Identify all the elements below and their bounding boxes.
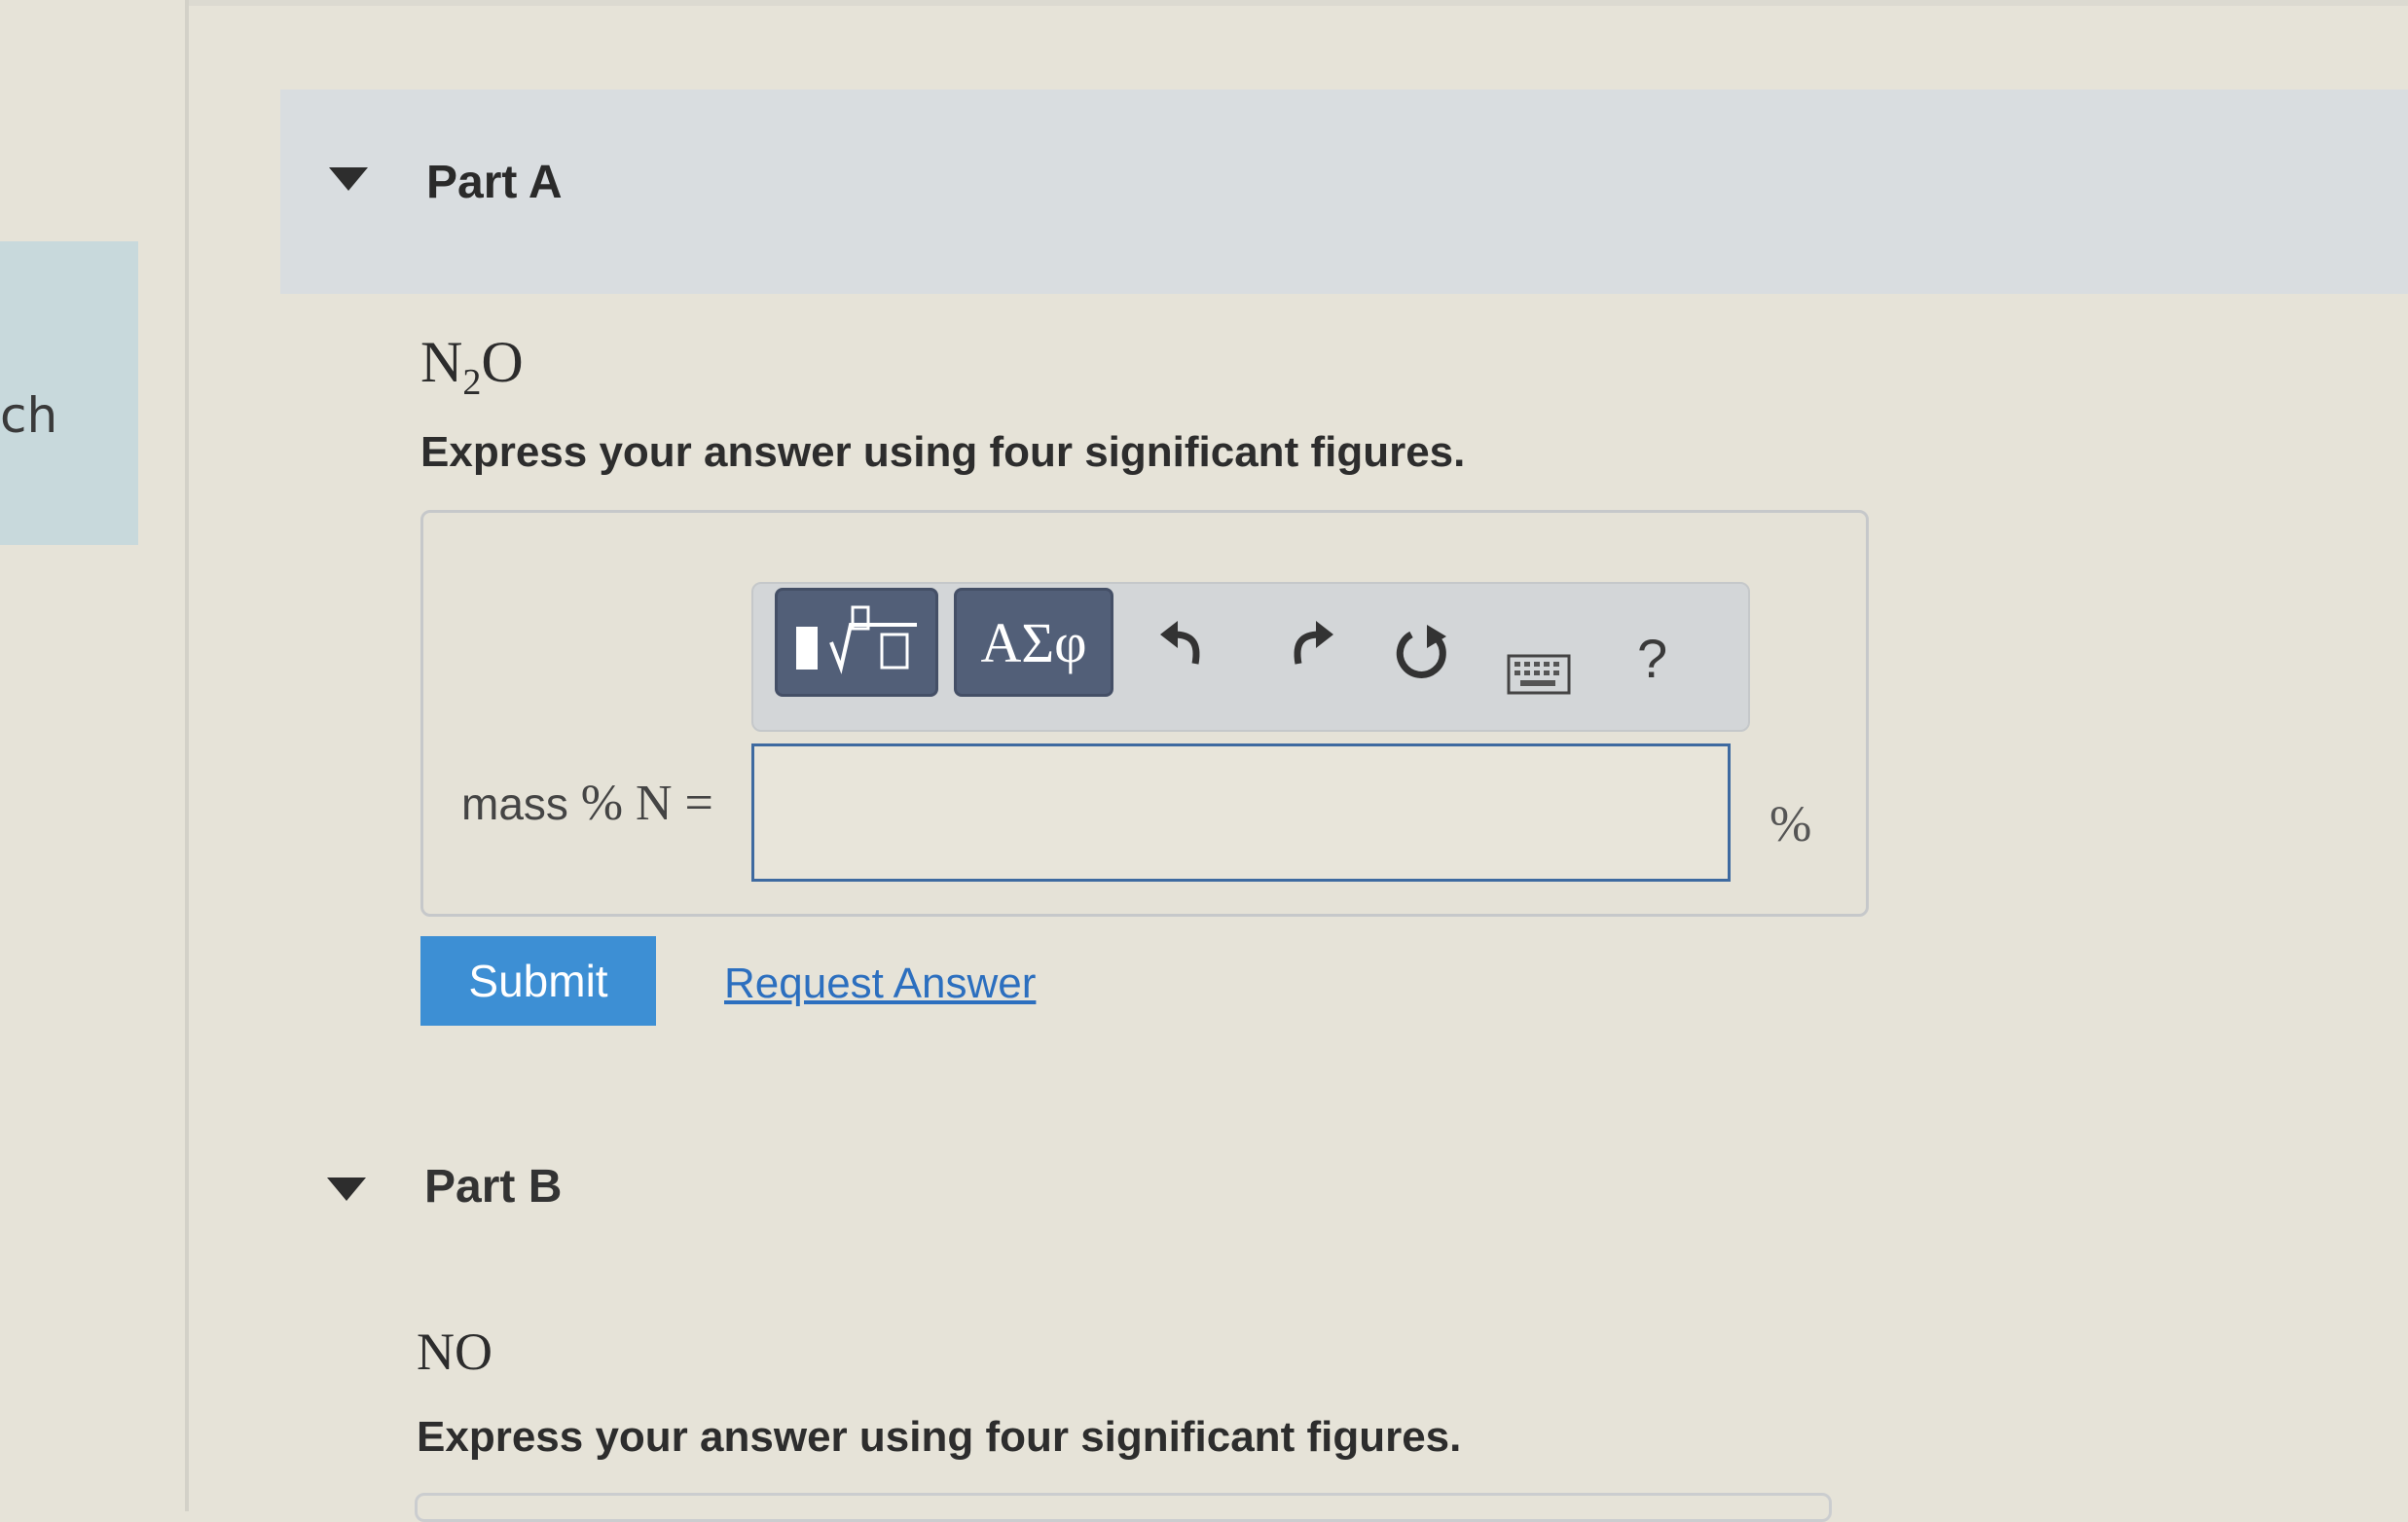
part-a-collapse-icon[interactable] <box>329 167 368 191</box>
part-a-instruction: Express your answer using four significa… <box>420 428 1466 476</box>
sidebar-tab-label: ch <box>0 387 58 444</box>
undo-icon <box>1160 621 1200 665</box>
part-a-header[interactable] <box>280 90 2408 294</box>
answer-input[interactable] <box>751 743 1731 882</box>
part-b-answer-container <box>415 1493 1832 1522</box>
redo-button[interactable] <box>1279 613 1337 685</box>
submit-button[interactable]: Submit <box>420 936 656 1026</box>
fraction-sqrt-icon <box>796 605 917 674</box>
keyboard-button[interactable] <box>1507 642 1571 708</box>
unit-label: % <box>1770 797 1812 852</box>
reset-icon <box>1396 625 1446 678</box>
keyboard-icon <box>1507 654 1571 695</box>
request-answer-link[interactable]: Request Answer <box>724 960 1036 1008</box>
undo-button[interactable] <box>1156 613 1215 685</box>
part-a-formula: N2O <box>420 330 524 403</box>
reset-button[interactable] <box>1394 623 1452 695</box>
answer-label: mass % N = <box>461 776 713 831</box>
part-b-collapse-icon[interactable] <box>327 1178 366 1201</box>
redo-icon <box>1294 621 1333 665</box>
templates-button[interactable] <box>775 588 938 697</box>
part-a-title: Part A <box>426 157 563 208</box>
top-divider <box>189 0 2408 6</box>
left-divider <box>185 0 189 1511</box>
part-b-instruction: Express your answer using four significa… <box>417 1413 1462 1461</box>
greek-symbols-button[interactable]: ΑΣφ <box>954 588 1113 697</box>
help-button[interactable]: ? <box>1637 627 1667 690</box>
part-b-title: Part B <box>424 1161 563 1213</box>
part-b-formula: NO <box>417 1323 493 1381</box>
